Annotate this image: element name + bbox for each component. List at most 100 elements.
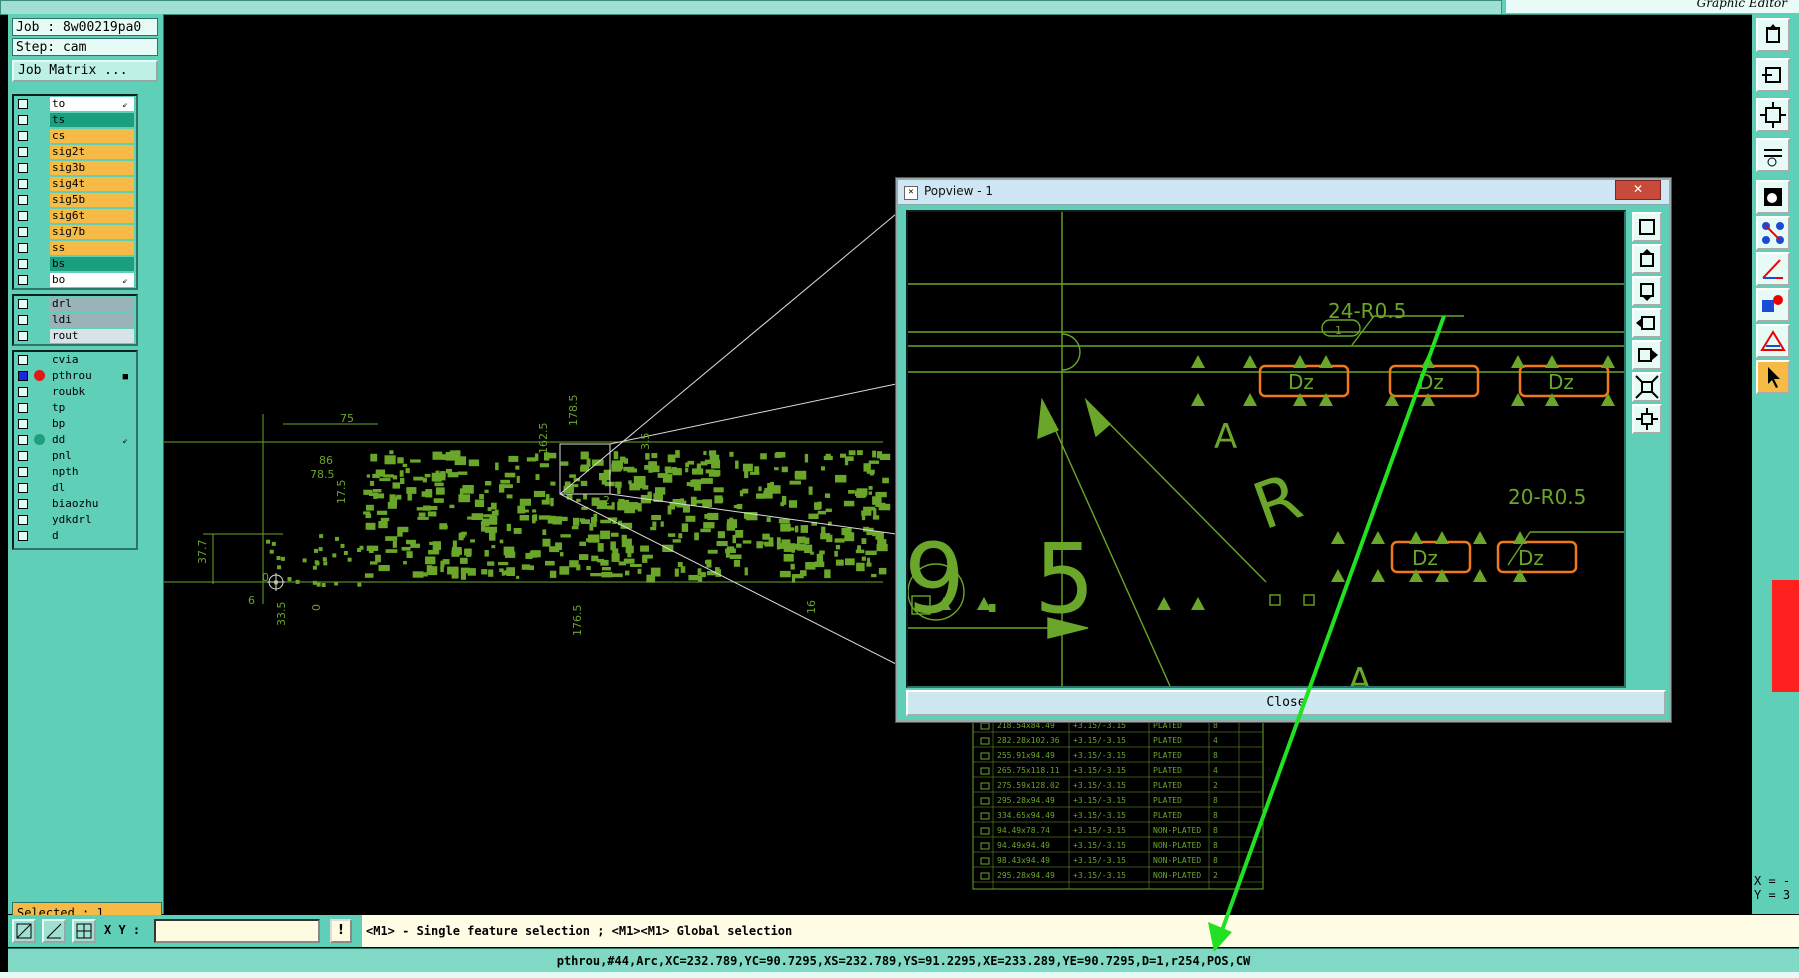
layer-name[interactable]: ts bbox=[50, 113, 134, 127]
popview-close-button[interactable]: Close bbox=[906, 690, 1666, 716]
layer-checkbox[interactable] bbox=[18, 451, 28, 461]
layer-name[interactable]: pnl bbox=[50, 449, 134, 463]
zoom-home-button[interactable] bbox=[1756, 18, 1790, 52]
layer-row-bp[interactable]: bp bbox=[14, 416, 136, 432]
layer-checkbox[interactable] bbox=[18, 179, 28, 189]
layer-checkbox[interactable] bbox=[18, 515, 28, 525]
layer-row-sig3b[interactable]: sig3b bbox=[14, 160, 136, 176]
layer-row-to[interactable]: to ⇙ bbox=[14, 96, 136, 112]
layer-checkbox[interactable] bbox=[18, 131, 28, 141]
popview-canvas[interactable]: 24-R0.5 20-R0.5 Dz Dz Dz Dz Dz A A R 9 .… bbox=[906, 210, 1626, 688]
layer-row-bo[interactable]: bo ⇙ bbox=[14, 272, 136, 288]
layer-row-d[interactable]: d bbox=[14, 528, 136, 544]
snap-button[interactable] bbox=[1756, 180, 1790, 214]
job-matrix-button[interactable]: Job Matrix ... bbox=[12, 60, 158, 82]
net-button[interactable] bbox=[1756, 216, 1790, 250]
layer-checkbox[interactable] bbox=[18, 147, 28, 157]
layer-name[interactable]: sig7b bbox=[50, 225, 134, 239]
layer-row-ydkdrl[interactable]: ydkdrl bbox=[14, 512, 136, 528]
layer-name[interactable]: biaozhu bbox=[50, 497, 134, 511]
pv-down-button[interactable] bbox=[1632, 276, 1662, 306]
layer-checkbox[interactable] bbox=[18, 315, 28, 325]
layer-checkbox[interactable] bbox=[18, 299, 28, 309]
layer-row-pthrou[interactable]: pthrou ■ bbox=[14, 368, 136, 384]
layer-checkbox[interactable] bbox=[18, 115, 28, 125]
layer-checkbox[interactable] bbox=[18, 331, 28, 341]
layer-row-ts[interactable]: ts bbox=[14, 112, 136, 128]
close-icon[interactable]: ✕ bbox=[1615, 180, 1661, 200]
layer-name[interactable]: npth bbox=[50, 465, 134, 479]
layer-name[interactable]: dl bbox=[50, 481, 134, 495]
layer-row-sig4t[interactable]: sig4t bbox=[14, 176, 136, 192]
layer-name[interactable]: sig2t bbox=[50, 145, 134, 159]
layer-row-sig7b[interactable]: sig7b bbox=[14, 224, 136, 240]
zoom-area-button[interactable] bbox=[12, 919, 36, 943]
select-tool-button[interactable] bbox=[1756, 360, 1790, 394]
layer-row-roubk[interactable]: roubk bbox=[14, 384, 136, 400]
layer-row-drl[interactable]: drl bbox=[14, 296, 136, 312]
hint-button[interactable]: ! bbox=[330, 919, 352, 943]
layer-checkbox[interactable] bbox=[18, 243, 28, 253]
layer-checkbox[interactable] bbox=[18, 195, 28, 205]
layer-name[interactable]: dd ⇙ bbox=[50, 433, 134, 447]
layer-row-sig2t[interactable]: sig2t bbox=[14, 144, 136, 160]
pv-left-button[interactable] bbox=[1632, 308, 1662, 338]
layer-name[interactable]: bs bbox=[50, 257, 134, 271]
layer-name[interactable]: cs bbox=[50, 129, 134, 143]
layer-name[interactable]: ldi bbox=[50, 313, 134, 327]
layer-name[interactable]: cvia bbox=[50, 353, 134, 367]
layer-name[interactable]: rout bbox=[50, 329, 134, 343]
fit-view-button[interactable] bbox=[1756, 98, 1790, 132]
layer-row-rout[interactable]: rout bbox=[14, 328, 136, 344]
grid-button[interactable] bbox=[72, 919, 96, 943]
layer-name[interactable]: d bbox=[50, 529, 134, 543]
layer-name[interactable]: ydkdrl bbox=[50, 513, 134, 527]
layer-name[interactable]: to ⇙ bbox=[50, 97, 134, 111]
layer-row-npth[interactable]: npth bbox=[14, 464, 136, 480]
layer-row-sig6t[interactable]: sig6t bbox=[14, 208, 136, 224]
pv-expand-button[interactable] bbox=[1632, 372, 1662, 402]
layer-checkbox[interactable] bbox=[18, 435, 28, 445]
layer-checkbox[interactable] bbox=[18, 403, 28, 413]
layer-name[interactable]: pthrou ■ bbox=[50, 369, 134, 383]
red-tab-indicator[interactable] bbox=[1772, 580, 1799, 692]
popview-window[interactable]: ✕ Popview - 1 ✕ 24-R0.5 20-R0.5 Dz Dz Dz… bbox=[896, 178, 1671, 722]
layer-checkbox[interactable] bbox=[18, 499, 28, 509]
layer-checkbox[interactable] bbox=[18, 99, 28, 109]
layer-row-ss[interactable]: ss bbox=[14, 240, 136, 256]
popview-titlebar[interactable]: ✕ Popview - 1 ✕ bbox=[898, 180, 1669, 205]
zoom-in-button[interactable] bbox=[1756, 58, 1790, 92]
layer-checkbox[interactable] bbox=[18, 355, 28, 365]
layer-name[interactable]: bp bbox=[50, 417, 134, 431]
layer-checkbox[interactable] bbox=[18, 163, 28, 173]
layer-name[interactable]: tp bbox=[50, 401, 134, 415]
angle-button[interactable] bbox=[1756, 252, 1790, 286]
xy-input[interactable] bbox=[154, 919, 320, 943]
measure-button[interactable] bbox=[1756, 324, 1790, 358]
layer-row-cvia[interactable]: cvia bbox=[14, 352, 136, 368]
layer-row-bs[interactable]: bs bbox=[14, 256, 136, 272]
layer-row-sig5b[interactable]: sig5b bbox=[14, 192, 136, 208]
measure-tool-button[interactable] bbox=[42, 919, 66, 943]
layer-checkbox[interactable] bbox=[18, 531, 28, 541]
pv-center-button[interactable] bbox=[1632, 404, 1662, 434]
layer-name[interactable]: sig4t bbox=[50, 177, 134, 191]
layer-name[interactable]: roubk bbox=[50, 385, 134, 399]
layer-checkbox[interactable] bbox=[18, 387, 28, 397]
layer-name[interactable]: drl bbox=[50, 297, 134, 311]
layer-compare-button[interactable] bbox=[1756, 288, 1790, 322]
pv-right-button[interactable] bbox=[1632, 340, 1662, 370]
layer-name[interactable]: ss bbox=[50, 241, 134, 255]
layer-name[interactable]: sig6t bbox=[50, 209, 134, 223]
layer-row-cs[interactable]: cs bbox=[14, 128, 136, 144]
layer-name[interactable]: bo ⇙ bbox=[50, 273, 134, 287]
layer-checkbox[interactable] bbox=[18, 467, 28, 477]
layer-checkbox[interactable] bbox=[18, 419, 28, 429]
layer-checkbox[interactable] bbox=[18, 483, 28, 493]
layer-row-tp[interactable]: tp bbox=[14, 400, 136, 416]
layer-name[interactable]: sig5b bbox=[50, 193, 134, 207]
layer-row-dl[interactable]: dl bbox=[14, 480, 136, 496]
layer-checkbox[interactable] bbox=[18, 227, 28, 237]
layer-row-pnl[interactable]: pnl bbox=[14, 448, 136, 464]
layer-checkbox[interactable] bbox=[18, 259, 28, 269]
